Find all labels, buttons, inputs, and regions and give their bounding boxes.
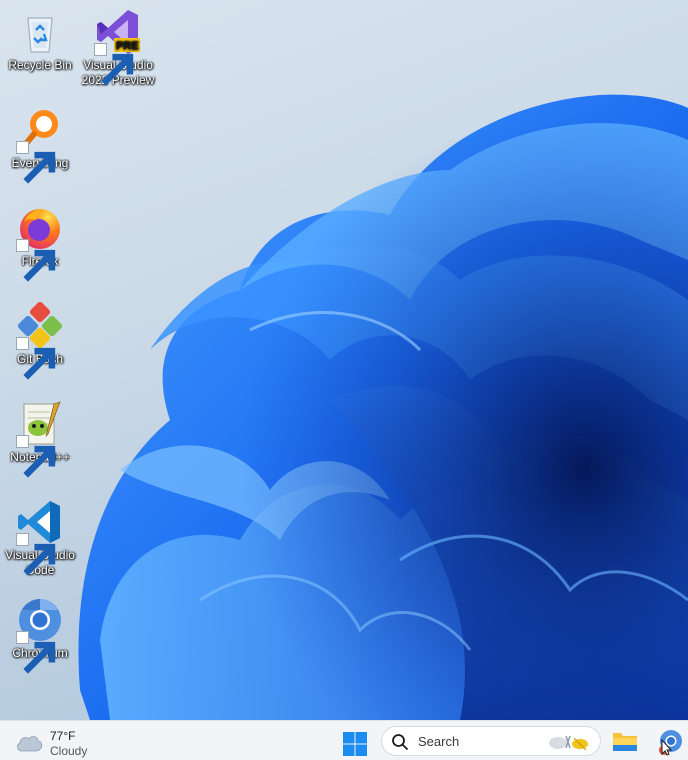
desktop-icon-chromium[interactable]: Chromium (0, 596, 80, 674)
taskbar: 77°F Cloudy Search (0, 720, 688, 760)
desktop-icon-firefox[interactable]: Firefox (0, 204, 80, 282)
desktop-icon-recycle-bin[interactable]: Recycle Bin (0, 8, 80, 73)
desktop-icon-notepad-plus-plus[interactable]: Notepad++ (0, 400, 80, 478)
wallpaper-bloom (0, 0, 688, 720)
desktop-icon-git-bash[interactable]: Git Bash (0, 302, 80, 380)
search-highlight-icon (549, 735, 588, 751)
folder-icon[interactable] (611, 728, 639, 754)
windows-logo-icon[interactable] (342, 731, 368, 757)
desktop-icon-visual-studio-preview[interactable]: PRE Visual Studio 2022 Preview (78, 8, 158, 88)
shortcut-arrow-icon (16, 435, 56, 478)
shortcut-arrow-icon (16, 533, 56, 576)
desktop-icon-vscode[interactable]: Visual Studio Code (0, 498, 80, 578)
taskbar-search-box[interactable]: Search (381, 726, 601, 756)
weather-temperature: 77°F (50, 729, 76, 743)
search-placeholder: Search (418, 734, 460, 749)
desktop: Recycle Bin PRE Visual Studio 2022 Previ… (0, 0, 688, 720)
chromium-icon[interactable] (656, 728, 684, 756)
weather-condition: Cloudy (50, 744, 88, 758)
search-icon (392, 734, 408, 750)
shortcut-arrow-icon (16, 337, 56, 380)
recycle-bin-icon (27, 17, 53, 53)
cloud-icon (17, 736, 43, 752)
shortcut-arrow-icon (94, 43, 134, 86)
shortcut-arrow-icon (16, 239, 56, 282)
shortcut-arrow-icon (16, 141, 56, 184)
desktop-icon-everything[interactable]: Everything (0, 106, 80, 184)
desktop-icon-label: Recycle Bin (8, 58, 72, 72)
shortcut-arrow-icon (16, 631, 56, 674)
